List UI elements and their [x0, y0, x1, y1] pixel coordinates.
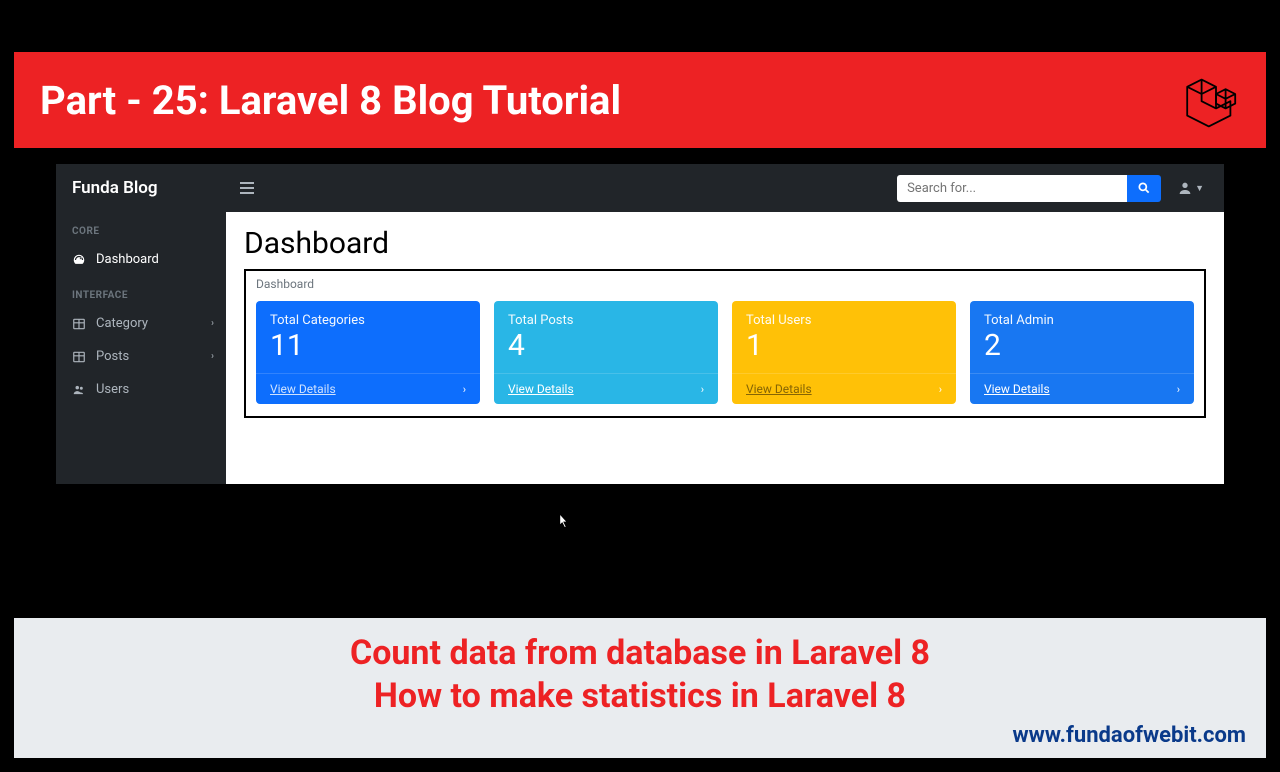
columns-icon	[72, 317, 86, 331]
sidebar-item-dashboard[interactable]: Dashboard	[56, 243, 226, 276]
card-label: Total Posts	[508, 313, 704, 328]
chevron-right-icon: ›	[463, 383, 466, 396]
hamburger-menu-icon[interactable]	[240, 182, 260, 194]
view-details-link[interactable]: View Details	[746, 382, 812, 396]
card-value: 2	[984, 328, 1180, 363]
sidebar: Funda Blog CORE Dashboard INTERFACE Cate…	[56, 164, 226, 484]
chevron-right-icon: ›	[939, 383, 942, 396]
user-dropdown[interactable]: ▼	[1171, 180, 1210, 196]
view-details-link[interactable]: View Details	[984, 382, 1050, 396]
bottom-line-2: How to make statistics in Laravel 8	[34, 675, 1246, 718]
breadcrumb: Dashboard	[256, 277, 1194, 291]
users-icon	[72, 383, 86, 397]
bottom-line-1: Count data from database in Laravel 8	[34, 632, 1246, 675]
card-label: Total Admin	[984, 313, 1180, 328]
card-value: 11	[270, 328, 466, 363]
banner-title: Part - 25: Laravel 8 Blog Tutorial	[40, 77, 621, 124]
card-users: Total Users 1 View Details ›	[732, 301, 956, 404]
sidebar-label: Posts	[96, 349, 129, 364]
card-categories: Total Categories 11 View Details ›	[256, 301, 480, 404]
breadcrumb-container: Dashboard Total Categories 11 View Detai…	[244, 269, 1206, 418]
view-details-link[interactable]: View Details	[508, 382, 574, 396]
card-label: Total Categories	[270, 313, 466, 328]
card-label: Total Users	[746, 313, 942, 328]
gauge-icon	[72, 253, 86, 267]
search-input[interactable]	[897, 175, 1127, 202]
sidebar-item-posts[interactable]: Posts ›	[56, 340, 226, 373]
search-icon	[1137, 181, 1151, 195]
user-icon	[1177, 180, 1193, 196]
view-details-link[interactable]: View Details	[270, 382, 336, 396]
title-banner: Part - 25: Laravel 8 Blog Tutorial	[14, 52, 1266, 148]
cards-row: Total Categories 11 View Details › Total…	[256, 301, 1194, 404]
app-window: Funda Blog CORE Dashboard INTERFACE Cate…	[56, 164, 1224, 484]
sidebar-label: Category	[96, 316, 148, 331]
site-url: www.fundaofwebit.com	[34, 723, 1246, 748]
main-area: Dashboard Dashboard Total Categories 11 …	[226, 212, 1224, 484]
sidebar-item-users[interactable]: Users	[56, 373, 226, 406]
cursor-icon	[555, 512, 571, 532]
sidebar-brand: Funda Blog	[56, 164, 226, 212]
caret-down-icon: ▼	[1195, 183, 1204, 194]
card-value: 1	[746, 328, 942, 363]
card-admin: Total Admin 2 View Details ›	[970, 301, 1194, 404]
bottom-banner: Count data from database in Laravel 8 Ho…	[14, 618, 1266, 758]
card-posts: Total Posts 4 View Details ›	[494, 301, 718, 404]
sidebar-label: Dashboard	[96, 252, 159, 267]
sidebar-label: Users	[96, 382, 129, 397]
top-nav: ▼	[226, 164, 1224, 212]
search-button[interactable]	[1127, 175, 1161, 202]
sidebar-section-interface: INTERFACE	[56, 276, 226, 307]
chevron-right-icon: ›	[701, 383, 704, 396]
columns-icon	[72, 350, 86, 364]
chevron-right-icon: ›	[1177, 383, 1180, 396]
sidebar-section-core: CORE	[56, 212, 226, 243]
laravel-logo-icon	[1180, 70, 1240, 130]
search-group	[897, 175, 1161, 202]
page-title: Dashboard	[244, 226, 1206, 261]
sidebar-item-category[interactable]: Category ›	[56, 307, 226, 340]
chevron-right-icon: ›	[211, 351, 214, 362]
card-value: 4	[508, 328, 704, 363]
chevron-right-icon: ›	[211, 318, 214, 329]
